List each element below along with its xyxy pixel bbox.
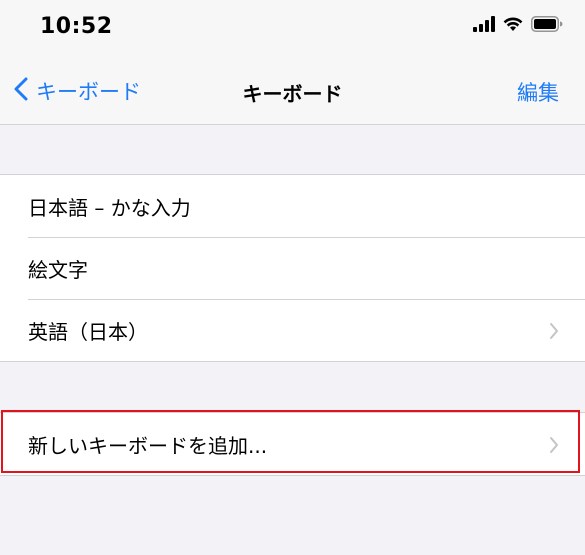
status-time: 10:52	[40, 14, 113, 39]
wifi-icon	[503, 16, 523, 36]
keyboard-label: 日本語 – かな入力	[28, 195, 191, 220]
navigation-bar: キーボード キーボード 編集	[0, 56, 585, 125]
status-bar: 10:52	[0, 0, 585, 56]
chevron-right-icon	[549, 321, 559, 345]
battery-icon	[531, 16, 563, 36]
add-keyboard-group: 新しいキーボードを追加...	[0, 412, 585, 476]
keyboard-label: 絵文字	[28, 257, 88, 282]
signal-icon	[473, 16, 495, 36]
edit-button[interactable]: 編集	[517, 77, 559, 107]
add-keyboard-label: 新しいキーボードを追加...	[28, 433, 268, 458]
page-title: キーボード	[242, 82, 343, 106]
chevron-right-icon	[549, 435, 559, 459]
keyboard-row-japanese-kana[interactable]: 日本語 – かな入力	[0, 175, 585, 237]
keyboard-label: 英語（日本）	[28, 319, 148, 344]
keyboard-row-english-japan[interactable]: 英語（日本）	[0, 299, 585, 361]
keyboard-row-emoji[interactable]: 絵文字	[0, 237, 585, 299]
status-icons	[473, 16, 563, 36]
keyboard-list: 日本語 – かな入力 絵文字 英語（日本）	[0, 174, 585, 362]
add-new-keyboard-row[interactable]: 新しいキーボードを追加...	[0, 413, 585, 475]
